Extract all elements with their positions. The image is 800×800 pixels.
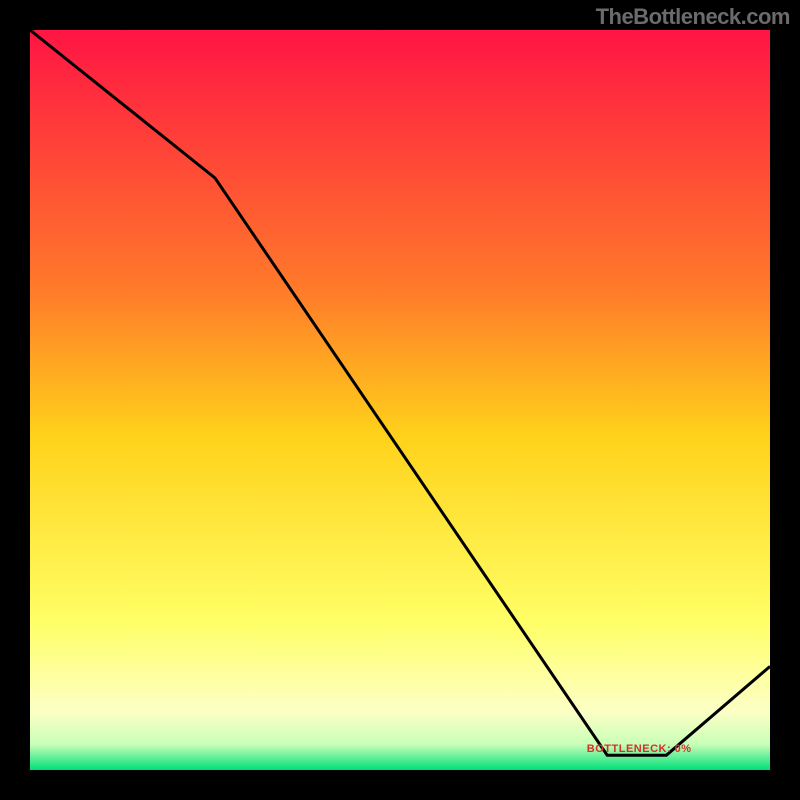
bottleneck-zero-label: BOTTLENECK: 0% xyxy=(587,743,692,755)
watermark-text: TheBottleneck.com xyxy=(596,4,790,30)
chart-svg xyxy=(30,30,770,770)
chart-background xyxy=(30,30,770,770)
chart-frame: TheBottleneck.com BOTTLENECK: 0% xyxy=(0,0,800,800)
chart-plot-area: BOTTLENECK: 0% xyxy=(30,30,770,770)
